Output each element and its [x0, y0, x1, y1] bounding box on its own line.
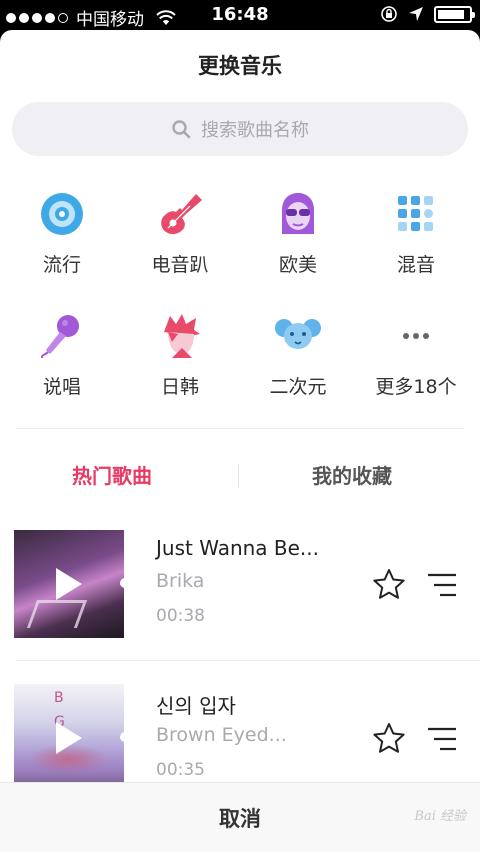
location-icon — [409, 7, 423, 21]
category-pop[interactable]: 流行 — [12, 190, 112, 277]
category-label: 流行 — [42, 254, 81, 276]
battery-icon — [434, 5, 475, 23]
tab-my-favorites[interactable]: 我的收藏 — [312, 460, 392, 489]
status-right — [380, 5, 475, 23]
category-label: 二次元 — [269, 376, 327, 398]
category-label: 电音趴 — [151, 254, 209, 276]
microphone-icon — [41, 315, 79, 359]
song-artist: Brown Eyed... — [156, 724, 287, 746]
album-cover[interactable] — [14, 530, 124, 638]
song-artist: Brika — [156, 570, 205, 592]
play-icon[interactable] — [56, 722, 82, 754]
anime-boy-icon — [164, 314, 200, 358]
search-placeholder: 搜索歌曲名称 — [201, 120, 309, 141]
album-cover[interactable]: B G — [14, 684, 124, 792]
song-divider — [16, 660, 480, 661]
category-more[interactable]: 更多18个 — [366, 312, 466, 399]
section-divider — [16, 428, 464, 429]
category-edm[interactable]: 电音趴 — [130, 190, 230, 277]
playlist-menu-icon[interactable] — [426, 572, 458, 598]
category-label: 更多18个 — [375, 376, 457, 398]
watermark: Bai 经验 — [414, 809, 466, 824]
sunglasses-girl-icon — [282, 193, 314, 234]
song-tabs: 热门歌曲 我的收藏 — [0, 450, 480, 498]
status-bar: 中国移动 16:48 — [0, 0, 480, 30]
playlist-menu-icon[interactable] — [426, 726, 458, 752]
cancel-bar: 取消 Bai 经验 — [0, 782, 480, 852]
category-label: 说唱 — [42, 376, 81, 398]
category-rap[interactable]: 说唱 — [12, 312, 112, 399]
search-input[interactable]: 搜索歌曲名称 — [12, 102, 468, 156]
cancel-button[interactable]: 取消 — [219, 803, 261, 833]
song-duration: 00:38 — [156, 606, 205, 626]
elephant-icon — [275, 319, 321, 349]
song-duration: 00:35 — [156, 760, 205, 780]
cover-letters: B — [54, 690, 66, 706]
category-jpkr[interactable]: 日韩 — [130, 312, 230, 399]
battery-level — [438, 9, 464, 19]
tab-hot-songs[interactable]: 热门歌曲 — [72, 460, 152, 489]
favorite-star-icon[interactable] — [372, 568, 406, 600]
song-title: 신의 입자 — [156, 694, 236, 718]
sheet-title: 更换音乐 — [198, 54, 282, 78]
song-title: Just Wanna Be... — [156, 536, 320, 560]
tab-separator — [238, 464, 239, 488]
grid-icon — [398, 196, 433, 231]
category-label: 欧美 — [278, 254, 317, 276]
category-label: 日韩 — [160, 376, 199, 398]
favorite-star-icon[interactable] — [372, 722, 406, 754]
guitar-icon — [161, 194, 202, 235]
search-icon — [172, 120, 191, 139]
more-icon — [403, 333, 429, 339]
list-item[interactable]: Just Wanna Be... Brika 00:38 — [0, 530, 480, 640]
category-anime[interactable]: 二次元 — [248, 312, 348, 399]
orientation-lock-icon — [381, 6, 397, 22]
category-remix[interactable]: 混音 — [366, 190, 466, 277]
category-label: 混音 — [396, 254, 435, 276]
disc-icon — [41, 193, 83, 235]
music-picker-sheet: 更换音乐 搜索歌曲名称 流行 电音趴 欧美 混音 说唱 日韩 二次元 更多18个… — [0, 30, 480, 852]
category-western[interactable]: 欧美 — [248, 190, 348, 277]
play-icon[interactable] — [56, 568, 82, 600]
list-item[interactable]: B G 신의 입자 Brown Eyed... 00:35 — [0, 684, 480, 794]
